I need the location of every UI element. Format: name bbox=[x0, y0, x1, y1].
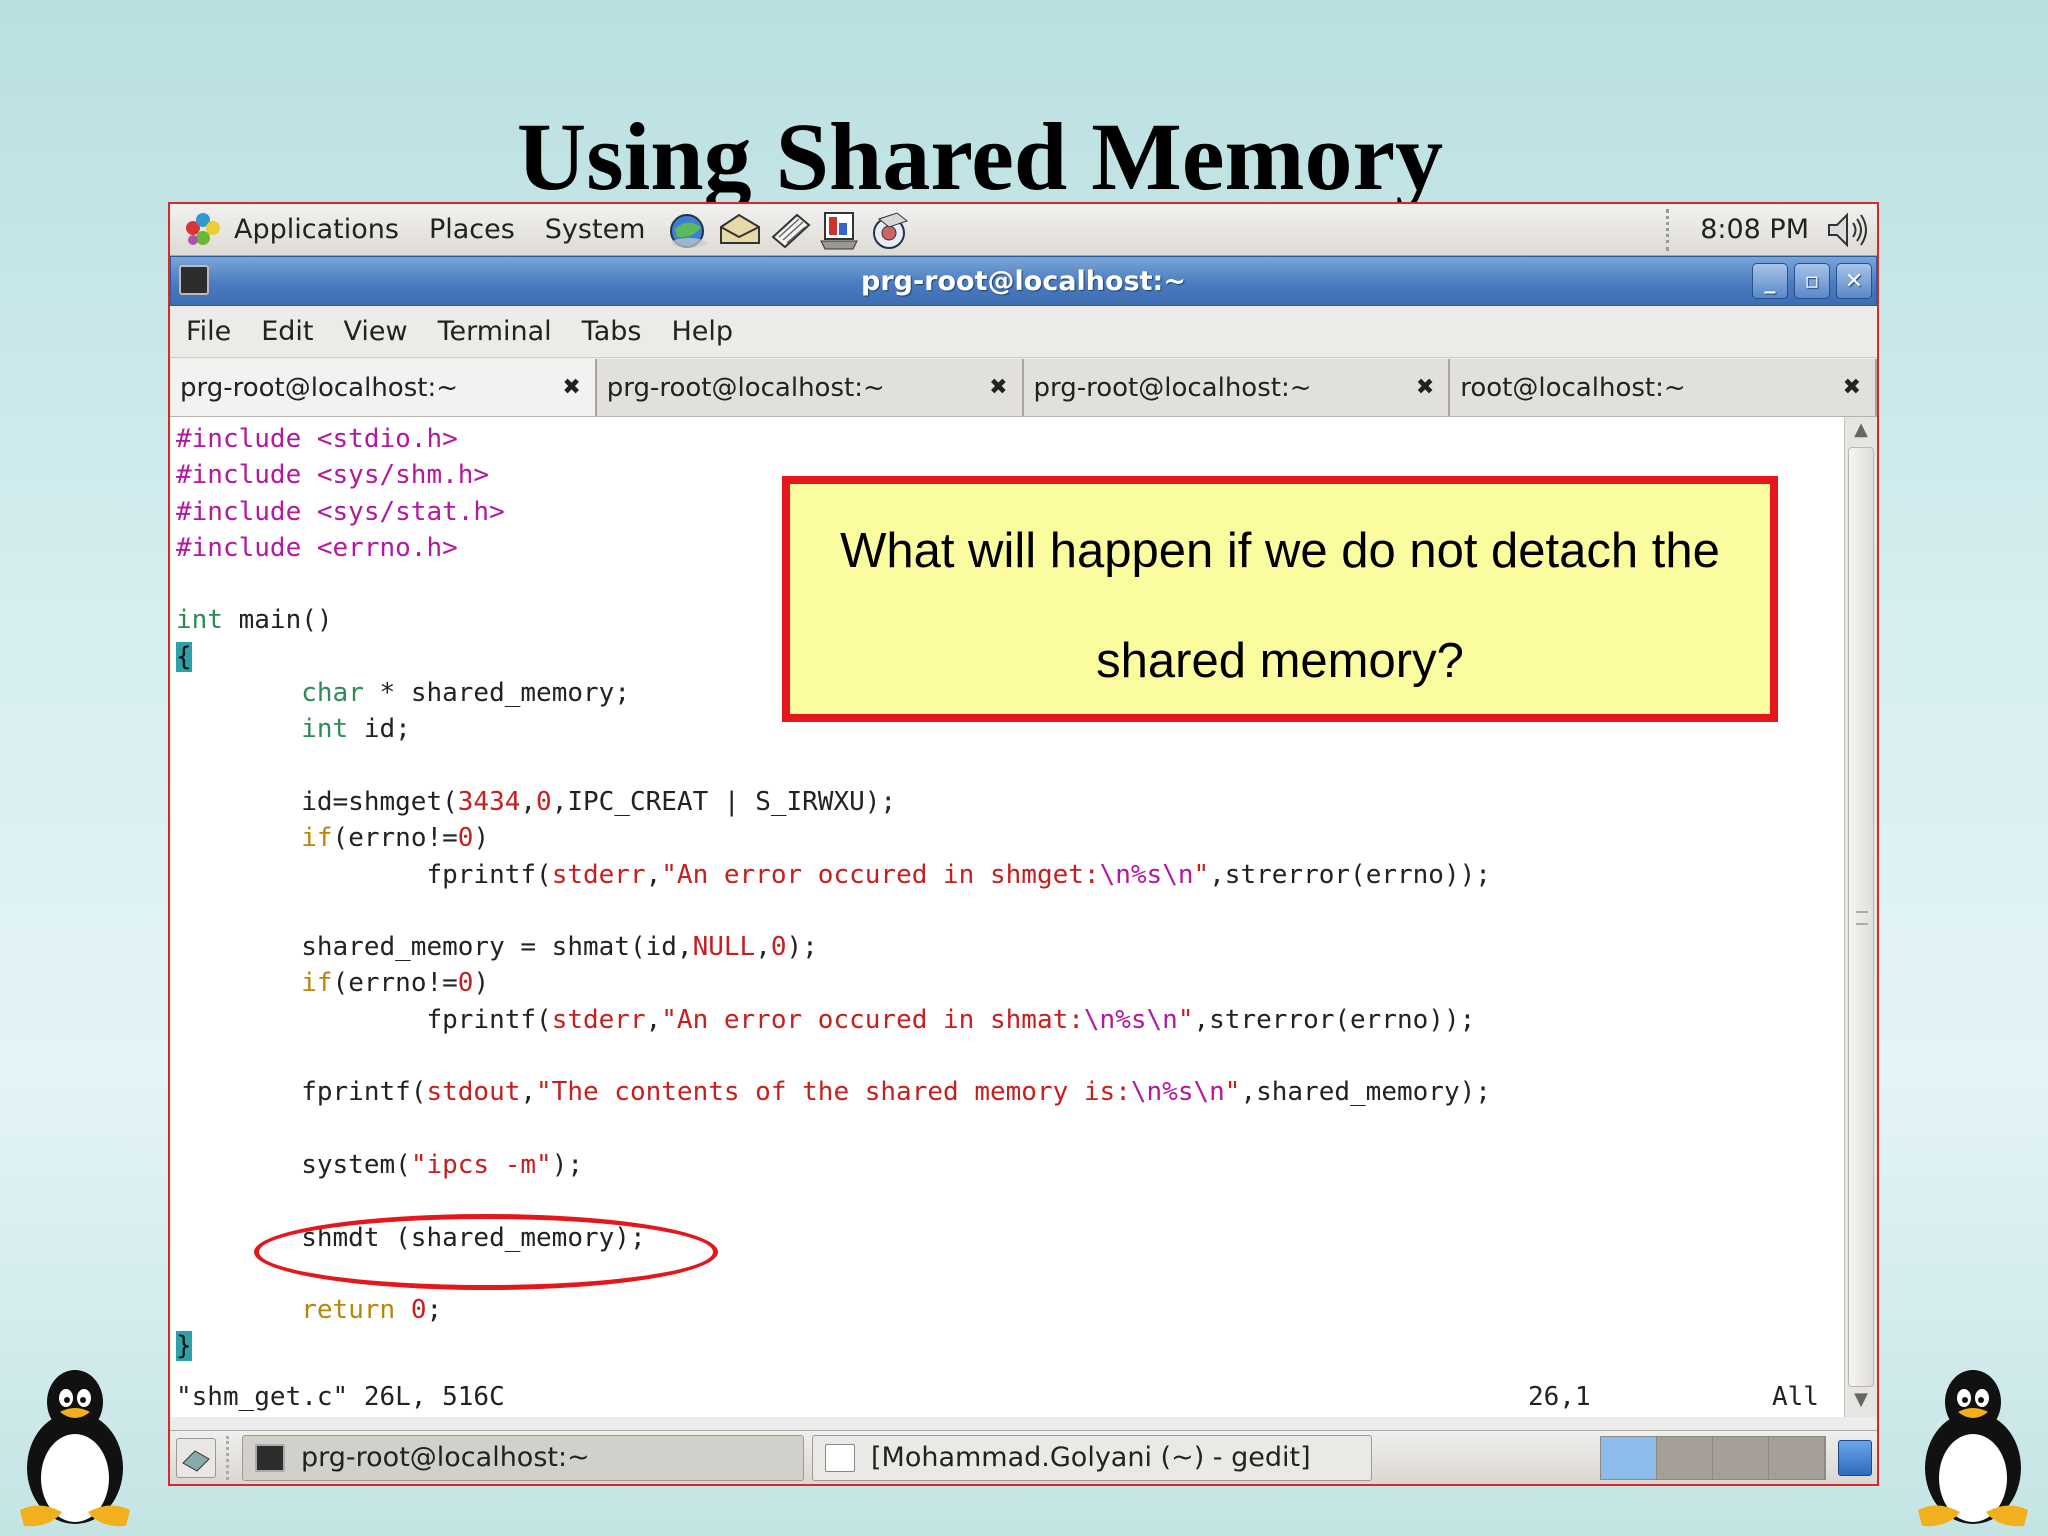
system-menu[interactable]: System bbox=[545, 214, 646, 245]
scrollbar[interactable]: ▲ ▼ bbox=[1844, 417, 1877, 1417]
tab-4[interactable]: root@localhost:~ ✖ bbox=[1450, 359, 1877, 416]
slide-title: Using Shared Memory bbox=[516, 103, 1444, 210]
window-title: prg-root@localhost:~ bbox=[861, 265, 1186, 297]
panel-grip bbox=[1666, 208, 1674, 251]
code-line: fprintf(stderr,"An error occured in shma… bbox=[176, 1004, 1476, 1035]
status-file: "shm_get.c" 26L, 516C bbox=[176, 1382, 505, 1412]
code-line: id=shmget(3434,0,IPC_CREAT | S_IRWXU); bbox=[176, 786, 897, 817]
callout-line-1: What will happen if we do not detach the bbox=[840, 524, 1720, 578]
terminal-icon[interactable] bbox=[179, 265, 209, 295]
menu-file[interactable]: File bbox=[186, 316, 231, 347]
help-icon[interactable] bbox=[867, 209, 913, 251]
clock[interactable]: 8:08 PM bbox=[1700, 214, 1809, 245]
code-line: if(errno!=0) bbox=[301, 968, 490, 999]
tab-bar: prg-root@localhost:~ ✖ prg-root@localhos… bbox=[170, 359, 1877, 417]
workspace-1[interactable] bbox=[1601, 1436, 1657, 1479]
trash-icon[interactable] bbox=[1838, 1439, 1872, 1476]
menu-help[interactable]: Help bbox=[671, 316, 733, 347]
menu-view[interactable]: View bbox=[343, 316, 407, 347]
workspace-switcher bbox=[1600, 1435, 1826, 1480]
launcher-group bbox=[667, 209, 917, 251]
gnome-foot-icon bbox=[184, 211, 222, 249]
desktop-screenshot: Applications Places System 8:08 PM prg-r… bbox=[168, 202, 1879, 1486]
close-icon[interactable]: ✖ bbox=[989, 375, 1007, 400]
presentation-icon[interactable] bbox=[817, 209, 863, 251]
speaker-icon[interactable] bbox=[1825, 211, 1871, 249]
close-icon[interactable]: ✖ bbox=[1843, 375, 1861, 400]
maximize-button[interactable]: ▫ bbox=[1794, 263, 1830, 299]
web-browser-icon[interactable] bbox=[667, 209, 713, 251]
bottom-panel: prg-root@localhost:~ [Mohammad.Golyani (… bbox=[170, 1430, 1877, 1484]
question-callout: What will happen if we do not detach the… bbox=[782, 476, 1778, 722]
system-label: System bbox=[544, 214, 646, 245]
highlight-ellipse bbox=[254, 1214, 718, 1290]
vim-status-line: "shm_get.c" 26L, 516C 26,1 All bbox=[176, 1382, 1836, 1417]
tab-label: prg-root@localhost:~ bbox=[180, 372, 459, 403]
scroll-up-arrow[interactable]: ▲ bbox=[1849, 419, 1873, 445]
text-editor-icon[interactable] bbox=[767, 209, 813, 251]
taskbar-terminal[interactable]: prg-root@localhost:~ bbox=[242, 1434, 804, 1481]
workspace-3[interactable] bbox=[1713, 1436, 1769, 1479]
show-desktop-icon[interactable] bbox=[176, 1437, 216, 1478]
code-line: system("ipcs -m"); bbox=[176, 1149, 584, 1180]
menu-terminal[interactable]: Terminal bbox=[438, 316, 552, 347]
task-label: prg-root@localhost:~ bbox=[301, 1442, 590, 1473]
workspace-2[interactable] bbox=[1657, 1436, 1713, 1479]
tux-penguin-icon bbox=[20, 1370, 130, 1527]
task-label: [Mohammad.Golyani (~) - gedit] bbox=[871, 1442, 1311, 1473]
tab-3[interactable]: prg-root@localhost:~ ✖ bbox=[1023, 359, 1451, 416]
tab-label: prg-root@localhost:~ bbox=[606, 372, 885, 403]
scroll-thumb[interactable] bbox=[1848, 447, 1874, 1387]
minimize-button[interactable]: _ bbox=[1752, 263, 1788, 299]
menu-edit[interactable]: Edit bbox=[261, 316, 313, 347]
code-line: #include <stdio.h> bbox=[176, 424, 458, 454]
close-button[interactable]: ✕ bbox=[1836, 263, 1872, 299]
code-line: fprintf(stdout,"The contents of the shar… bbox=[176, 1077, 1491, 1108]
email-icon[interactable] bbox=[717, 209, 763, 251]
applications-label: Applications bbox=[234, 214, 399, 245]
menubar: File Edit View Terminal Tabs Help bbox=[170, 306, 1877, 358]
code-line: fprintf(stderr,"An error occured in shmg… bbox=[176, 859, 1491, 890]
applications-menu[interactable]: Applications bbox=[184, 211, 399, 249]
callout-line-2: shared memory? bbox=[1096, 634, 1464, 688]
tab-1[interactable]: prg-root@localhost:~ ✖ bbox=[170, 359, 597, 416]
menu-tabs[interactable]: Tabs bbox=[582, 316, 642, 347]
tab-label: prg-root@localhost:~ bbox=[1033, 372, 1312, 403]
code-line: } bbox=[176, 1331, 192, 1362]
tux-penguin-icon bbox=[1918, 1370, 2028, 1527]
places-label: Places bbox=[428, 214, 515, 245]
status-scroll: All bbox=[1772, 1382, 1819, 1412]
panel-grip bbox=[226, 1435, 232, 1480]
tab-2[interactable]: prg-root@localhost:~ ✖ bbox=[596, 359, 1024, 416]
close-icon[interactable]: ✖ bbox=[562, 375, 580, 400]
places-menu[interactable]: Places bbox=[429, 214, 515, 245]
close-icon[interactable]: ✖ bbox=[1416, 375, 1434, 400]
tab-label: root@localhost:~ bbox=[1460, 372, 1686, 403]
window-titlebar[interactable]: prg-root@localhost:~ _ ▫ ✕ bbox=[170, 256, 1877, 306]
code-line: return 0; bbox=[301, 1295, 443, 1326]
workspace-4[interactable] bbox=[1769, 1436, 1825, 1479]
code-line: shared_memory = shmat(id,NULL,0); bbox=[176, 932, 818, 963]
terminal-icon bbox=[255, 1443, 285, 1472]
scroll-down-arrow[interactable]: ▼ bbox=[1849, 1389, 1873, 1415]
taskbar-gedit[interactable]: [Mohammad.Golyani (~) - gedit] bbox=[812, 1434, 1372, 1481]
status-position: 26,1 bbox=[1528, 1382, 1591, 1412]
code-line: if(errno!=0) bbox=[301, 823, 490, 854]
text-editor-icon bbox=[825, 1443, 855, 1472]
top-panel: Applications Places System 8:08 PM bbox=[170, 204, 1877, 256]
